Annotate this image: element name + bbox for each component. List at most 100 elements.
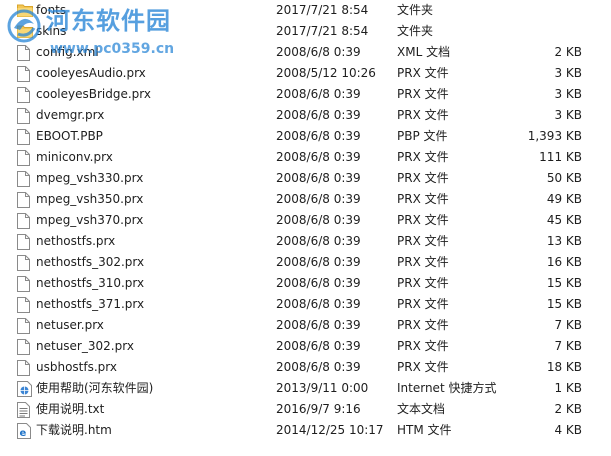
file-size: 3 KB [554,66,582,80]
file-icon [17,360,31,376]
file-date-modified: 2008/6/8 0:39 [276,255,361,269]
file-date-modified: 2008/6/8 0:39 [276,171,361,185]
file-name: skins [36,24,67,38]
file-date-modified: 2013/9/11 0:00 [276,381,369,395]
file-icon [17,276,31,292]
file-icon [17,150,31,166]
file-date-modified: 2017/7/21 8:54 [276,24,369,38]
file-icon [17,339,31,355]
file-size: 18 KB [546,360,582,374]
file-icon [17,129,31,145]
file-name: 使用帮助(河东软件园) [36,381,154,395]
file-date-modified: 2008/6/8 0:39 [276,192,361,206]
file-size: 3 KB [554,87,582,101]
file-row[interactable]: mpeg_vsh350.prx 2008/6/8 0:39 PRX 文件 49 KB [0,189,611,210]
file-row[interactable]: netuser_302.prx 2008/6/8 0:39 PRX 文件 7 KB [0,336,611,357]
file-row[interactable]: mpeg_vsh370.prx 2008/6/8 0:39 PRX 文件 45 KB [0,210,611,231]
file-list: fonts 2017/7/21 8:54 文件夹 skins 2017/7/21 8:5… [0,0,611,441]
file-name: dvemgr.prx [36,108,105,122]
file-size: 15 KB [546,297,582,311]
text-file-icon [17,402,31,418]
file-row[interactable]: miniconv.prx 2008/6/8 0:39 PRX 文件 111 KB [0,147,611,168]
file-row[interactable]: nethostfs_302.prx 2008/6/8 0:39 PRX 文件 16 K… [0,252,611,273]
file-name: fonts [36,3,67,17]
file-size: 16 KB [546,255,582,269]
file-name: config.xml [36,45,99,59]
file-icon [17,87,31,103]
file-date-modified: 2008/6/8 0:39 [276,129,361,143]
file-size: 45 KB [546,213,582,227]
internet-shortcut-icon [17,381,32,397]
file-size: 2 KB [554,402,582,416]
file-date-modified: 2008/6/8 0:39 [276,339,361,353]
file-size: 49 KB [546,192,582,206]
file-size: 50 KB [546,171,582,185]
file-date-modified: 2017/7/21 8:54 [276,3,369,17]
folder-icon [17,24,33,39]
folder-icon [17,3,33,18]
file-name: nethostfs_371.prx [36,297,145,311]
file-icon [17,234,31,250]
file-row[interactable]: e 下载说明.htm 2014/12/25 10:17 HTM 文件 4 KB [0,420,611,441]
file-name: mpeg_vsh370.prx [36,213,144,227]
file-icon [17,318,31,334]
file-size: 13 KB [546,234,582,248]
file-type: 文件夹 [397,24,434,38]
file-name: miniconv.prx [36,150,113,164]
file-icon [17,213,31,229]
file-date-modified: 2008/6/8 0:39 [276,45,361,59]
file-date-modified: 2008/6/8 0:39 [276,150,361,164]
file-row[interactable]: nethostfs_371.prx 2008/6/8 0:39 PRX 文件 15 K… [0,294,611,315]
file-type: 文件夹 [397,3,434,17]
file-size: 111 KB [539,150,582,164]
file-icon [17,192,31,208]
file-icon [17,297,31,313]
file-date-modified: 2016/9/7 9:16 [276,402,361,416]
file-name: 下载说明.htm [36,423,112,437]
file-row[interactable]: EBOOT.PBP 2008/6/8 0:39 PBP 文件 1,393 KB [0,126,611,147]
file-icon [17,171,31,187]
file-row[interactable]: fonts 2017/7/21 8:54 文件夹 [0,0,611,21]
file-name: mpeg_vsh350.prx [36,192,144,206]
file-icon [17,45,31,61]
file-icon [17,66,31,82]
file-size: 1 KB [554,381,582,395]
file-row[interactable]: nethostfs_310.prx 2008/6/8 0:39 PRX 文件 15 K… [0,273,611,294]
file-name: usbhostfs.prx [36,360,117,374]
file-name: cooleyesBridge.prx [36,87,151,101]
file-name: netuser_302.prx [36,339,134,353]
file-size: 3 KB [554,108,582,122]
file-date-modified: 2014/12/25 10:17 [276,423,384,437]
file-row[interactable]: cooleyesAudio.prx 2008/5/12 10:26 PRX 文件 3 … [0,63,611,84]
file-date-modified: 2008/6/8 0:39 [276,213,361,227]
file-size: 15 KB [546,276,582,290]
file-row[interactable]: netuser.prx 2008/6/8 0:39 PRX 文件 7 KB [0,315,611,336]
file-row[interactable]: dvemgr.prx 2008/6/8 0:39 PRX 文件 3 KB [0,105,611,126]
file-name: nethostfs_302.prx [36,255,145,269]
file-row[interactable]: mpeg_vsh330.prx 2008/6/8 0:39 PRX 文件 50 KB [0,168,611,189]
file-row[interactable]: config.xml 2008/6/8 0:39 XML 文档 2 KB [0,42,611,63]
file-size: 2 KB [554,45,582,59]
file-size: 7 KB [554,339,582,353]
file-name: nethostfs.prx [36,234,116,248]
file-name: EBOOT.PBP [36,129,103,143]
file-date-modified: 2008/6/8 0:39 [276,318,361,332]
file-name: cooleyesAudio.prx [36,66,146,80]
file-date-modified: 2008/6/8 0:39 [276,108,361,122]
file-name: 使用说明.txt [36,402,105,416]
file-date-modified: 2008/6/8 0:39 [276,360,361,374]
file-row[interactable]: 使用帮助(河东软件园) 2013/9/11 0:00 Internet 快捷方式 1 … [0,378,611,399]
file-row[interactable]: cooleyesBridge.prx 2008/6/8 0:39 PRX 文件 3 K… [0,84,611,105]
html-file-icon: e [17,423,31,439]
file-size: 7 KB [554,318,582,332]
file-date-modified: 2008/6/8 0:39 [276,87,361,101]
file-name: netuser.prx [36,318,104,332]
file-name: mpeg_vsh330.prx [36,171,144,185]
file-row[interactable]: usbhostfs.prx 2008/6/8 0:39 PRX 文件 18 KB [0,357,611,378]
file-row[interactable]: nethostfs.prx 2008/6/8 0:39 PRX 文件 13 KB [0,231,611,252]
file-icon [17,255,31,271]
file-row[interactable]: skins 2017/7/21 8:54 文件夹 [0,21,611,42]
svg-text:e: e [20,428,27,439]
file-size: 1,393 KB [527,129,582,143]
file-row[interactable]: 使用说明.txt 2016/9/7 9:16 文本文档 2 KB [0,399,611,420]
